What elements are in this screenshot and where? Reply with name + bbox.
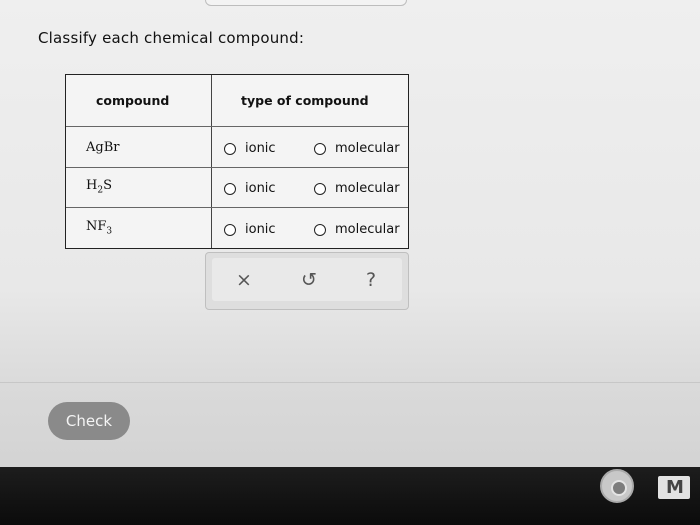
- undo-icon[interactable]: ↺: [301, 269, 317, 291]
- row-divider: [66, 167, 408, 168]
- radio-icon[interactable]: [314, 182, 326, 195]
- column-divider: [211, 75, 212, 248]
- option-ionic-row3[interactable]: ionic: [224, 222, 276, 237]
- header-type: type of compound: [241, 93, 369, 108]
- taskbar: [0, 467, 700, 525]
- help-icon[interactable]: ?: [366, 269, 376, 291]
- option-ionic-row1[interactable]: ionic: [224, 141, 276, 156]
- option-ionic-row2[interactable]: ionic: [224, 181, 276, 196]
- question-prompt: Classify each chemical compound:: [38, 29, 305, 47]
- chrome-icon[interactable]: [600, 469, 634, 503]
- compound-nf3: NF3: [86, 219, 113, 237]
- gmail-icon[interactable]: [658, 476, 690, 499]
- option-molecular-row3[interactable]: molecular: [314, 222, 400, 237]
- radio-icon[interactable]: [314, 142, 326, 155]
- row-divider: [66, 207, 408, 208]
- top-tab-edge: [205, 0, 407, 6]
- row-divider: [66, 126, 408, 127]
- option-molecular-row2[interactable]: molecular: [314, 181, 400, 196]
- compound-agbr: AgBr: [86, 140, 120, 155]
- clear-icon[interactable]: ×: [236, 269, 252, 291]
- check-button[interactable]: Check: [48, 402, 130, 440]
- radio-icon[interactable]: [224, 223, 236, 236]
- radio-icon[interactable]: [224, 142, 236, 155]
- option-molecular-row1[interactable]: molecular: [314, 141, 400, 156]
- compound-h2s: H2S: [86, 178, 112, 196]
- classification-table: compound type of compound AgBr ionic mol…: [65, 74, 409, 249]
- answer-toolbar: × ↺ ?: [205, 252, 409, 310]
- radio-icon[interactable]: [224, 182, 236, 195]
- header-compound: compound: [96, 93, 170, 108]
- section-divider: [0, 382, 700, 383]
- radio-icon[interactable]: [314, 223, 326, 236]
